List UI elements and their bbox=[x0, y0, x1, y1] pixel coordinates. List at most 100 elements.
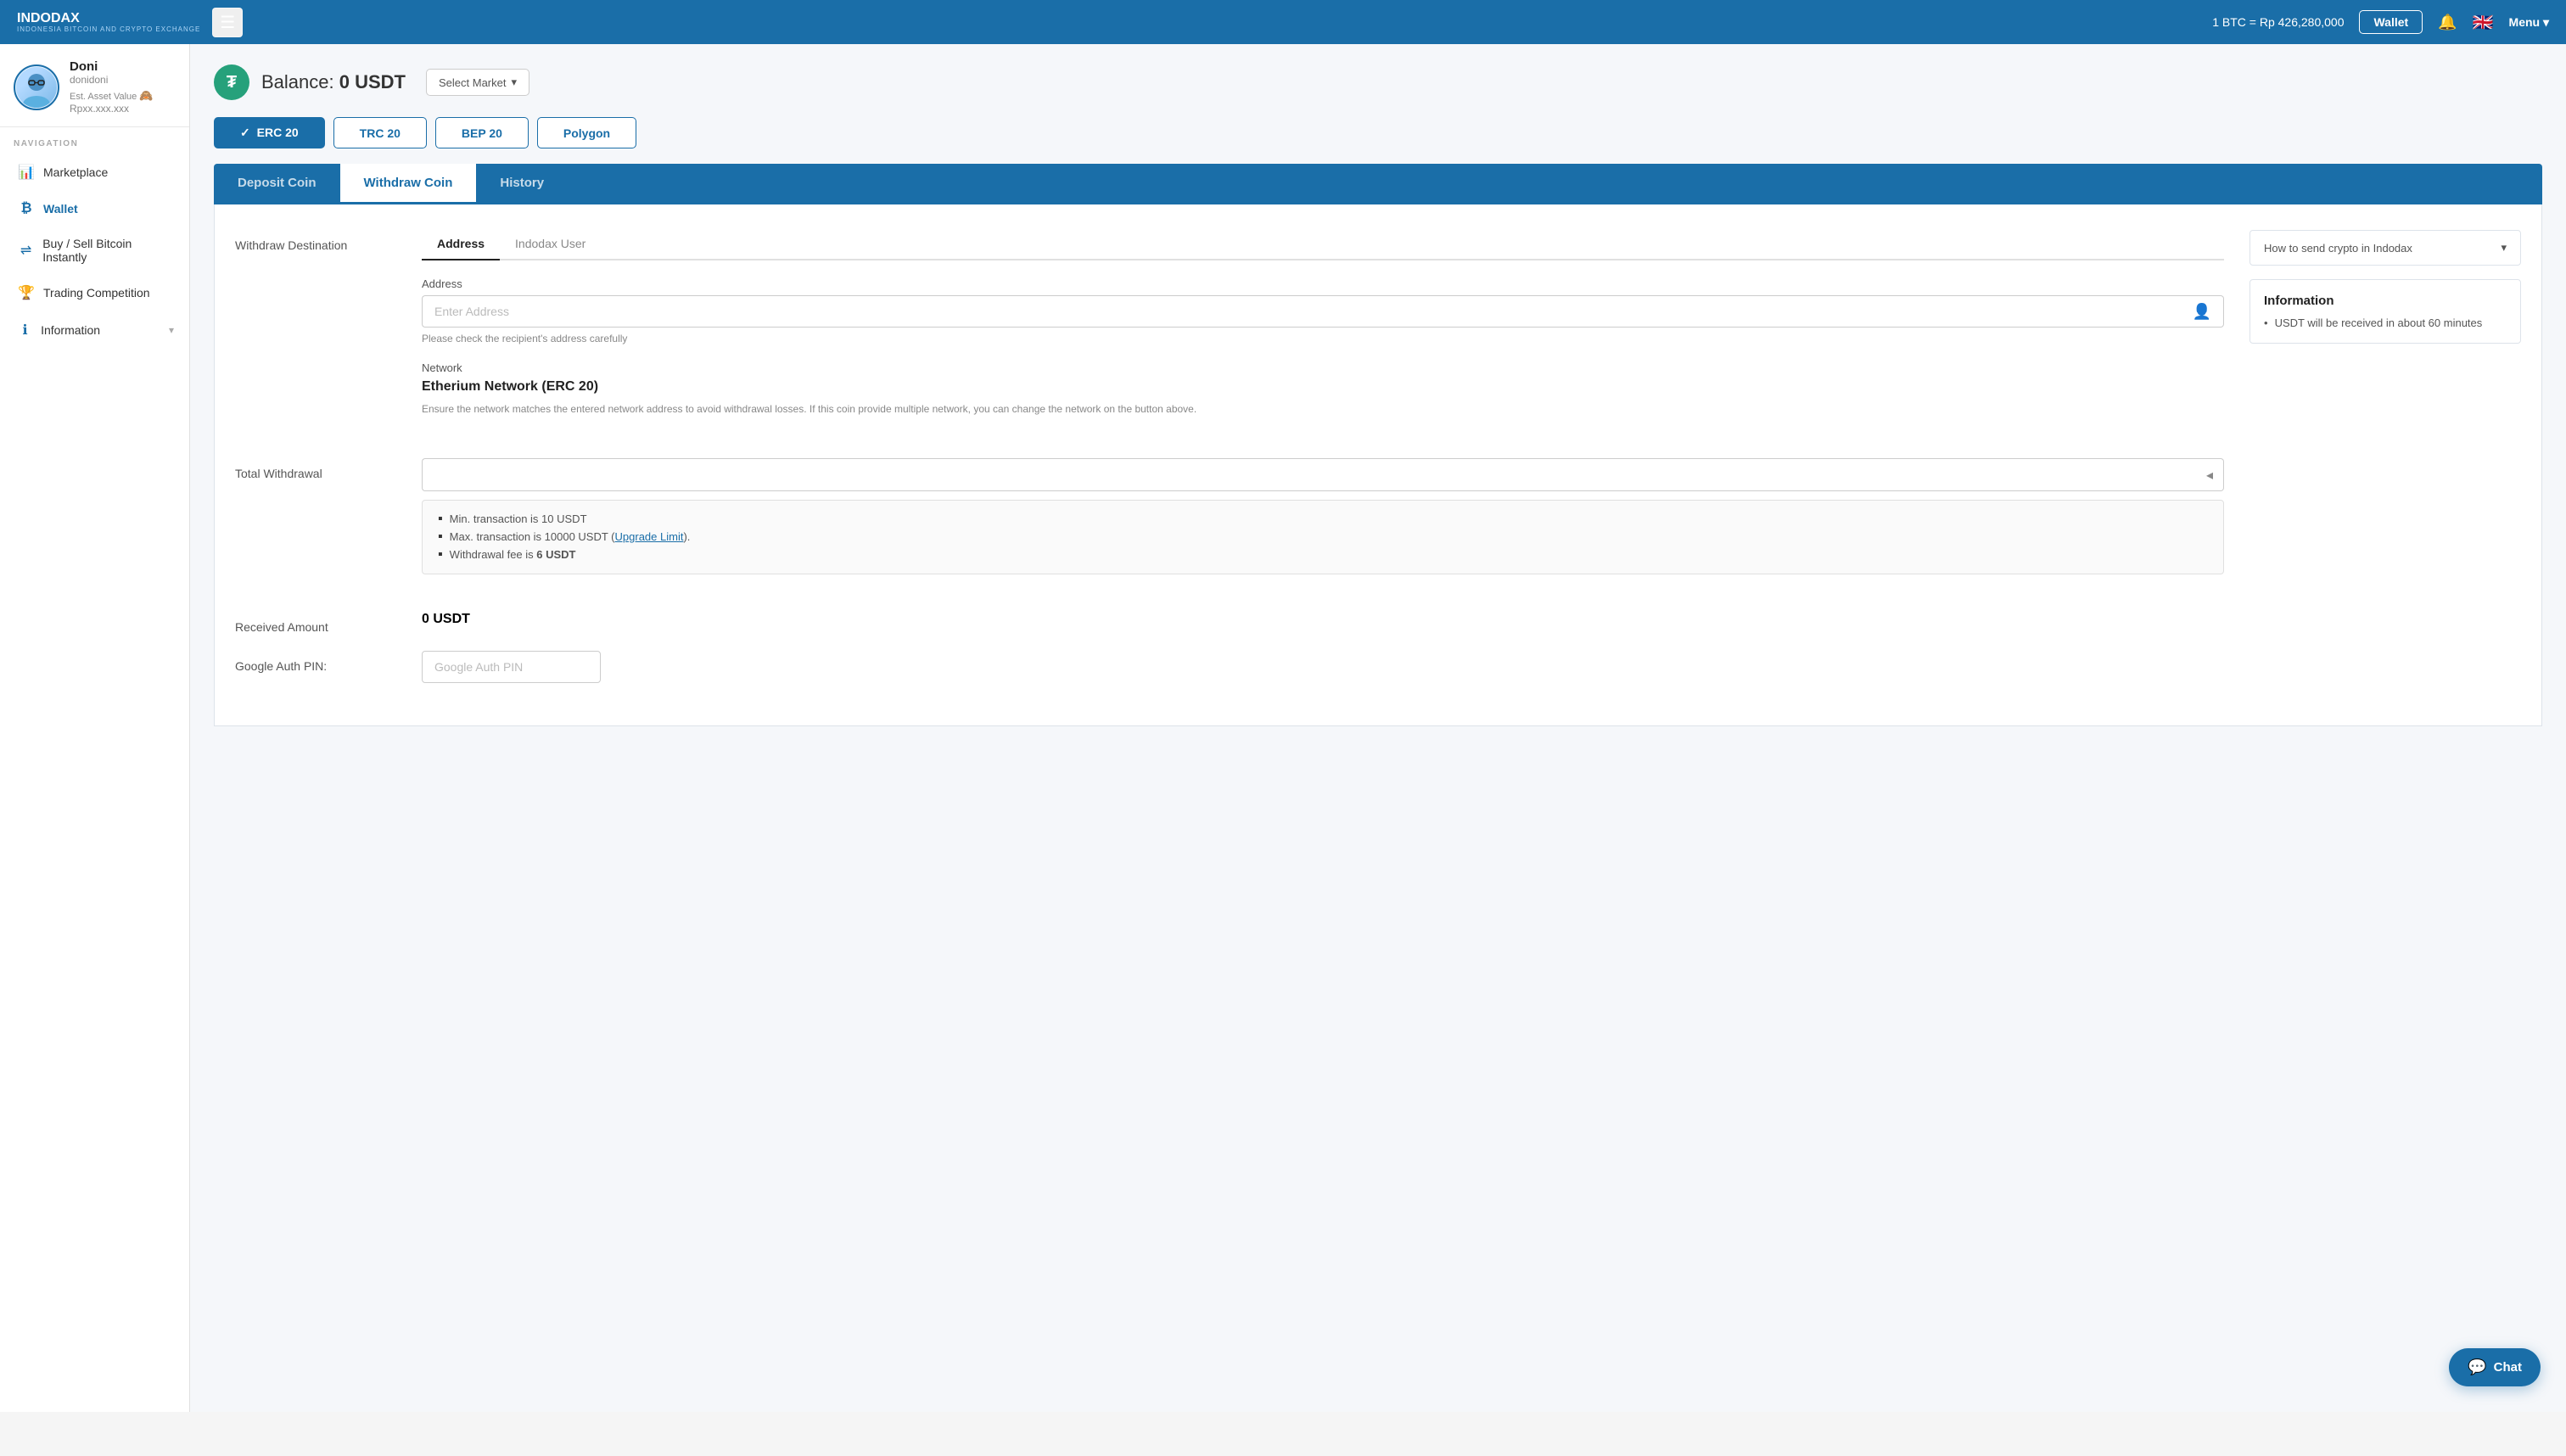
user-handle: donidoni bbox=[70, 74, 176, 86]
nav-label: NAVIGATION bbox=[0, 127, 189, 154]
rule-bullet-1: ▪ bbox=[438, 512, 443, 526]
sidebar: Doni donidoni Est. Asset Value 🙈 Rpxx.xx… bbox=[0, 44, 190, 1412]
user-info: Doni donidoni Est. Asset Value 🙈 Rpxx.xx… bbox=[70, 59, 176, 115]
sidebar-item-trading[interactable]: 🏆 Trading Competition bbox=[0, 274, 189, 311]
bell-icon[interactable]: 🔔 bbox=[2438, 14, 2457, 31]
network-name: Etherium Network (ERC 20) bbox=[422, 379, 2224, 395]
info-title: Information bbox=[2264, 294, 2507, 308]
form-section: Withdraw Destination Address Indodax Use… bbox=[235, 230, 2224, 700]
avatar-inner bbox=[16, 67, 57, 108]
withdraw-destination-row: Withdraw Destination Address Indodax Use… bbox=[235, 230, 2224, 441]
withdrawal-row: 0 ◂ bbox=[422, 458, 2224, 491]
tab-bep20[interactable]: BEP 20 bbox=[435, 117, 529, 148]
info-box: Information • USDT will be received in a… bbox=[2249, 279, 2521, 344]
buy-sell-icon: ⇌ bbox=[18, 242, 34, 259]
received-amount-row: Received Amount 0 USDT bbox=[235, 612, 2224, 634]
btc-rate: 1 BTC = Rp 426,280,000 bbox=[2212, 15, 2344, 29]
tab-trc20[interactable]: TRC 20 bbox=[333, 117, 427, 148]
how-to-text: How to send crypto in Indodax bbox=[2264, 242, 2412, 255]
address-hint: Please check the recipient's address car… bbox=[422, 333, 2224, 344]
sidebar-item-marketplace[interactable]: 📊 Marketplace bbox=[0, 154, 189, 191]
upgrade-limit-link[interactable]: Upgrade Limit bbox=[615, 530, 684, 543]
content-card: Withdraw Destination Address Indodax Use… bbox=[214, 204, 2542, 726]
sidebar-label-information: Information bbox=[41, 323, 100, 337]
sidebar-label-buy-sell: Buy / Sell Bitcoin Instantly bbox=[42, 237, 174, 264]
chat-label: Chat bbox=[2494, 1360, 2522, 1375]
tab-deposit[interactable]: Deposit Coin bbox=[214, 164, 340, 204]
sidebar-item-information[interactable]: ℹ Information ▾ bbox=[0, 311, 189, 349]
address-row: 👤 bbox=[422, 295, 2224, 328]
dest-tabs: Address Indodax User bbox=[422, 230, 2224, 260]
rules-box: ▪ Min. transaction is 10 USDT ▪ Max. tra… bbox=[422, 500, 2224, 574]
user-name: Doni bbox=[70, 59, 176, 74]
address-label: Address bbox=[422, 277, 2224, 290]
address-book-button[interactable]: 👤 bbox=[2181, 295, 2224, 328]
select-market-button[interactable]: Select Market ▾ bbox=[426, 69, 529, 96]
logo: INDODAX INDONESIA BITCOIN AND CRYPTO EXC… bbox=[17, 12, 200, 33]
menu-button[interactable]: Menu ▾ bbox=[2509, 15, 2549, 30]
chat-button[interactable]: 💬 Chat bbox=[2449, 1348, 2541, 1386]
total-withdrawal-row: Total Withdrawal 0 ◂ ▪ Min. transaction … bbox=[235, 458, 2224, 595]
wallet-button[interactable]: Wallet bbox=[2359, 10, 2423, 34]
trading-icon: 🏆 bbox=[18, 284, 35, 301]
network-warning: Ensure the network matches the entered n… bbox=[422, 401, 2224, 417]
information-icon: ℹ bbox=[18, 322, 32, 339]
total-withdrawal-label: Total Withdrawal bbox=[235, 458, 422, 480]
topnav-left: INDODAX INDONESIA BITCOIN AND CRYPTO EXC… bbox=[17, 8, 243, 37]
rule-max: ▪ Max. transaction is 10000 USDT (Upgrad… bbox=[438, 530, 2208, 544]
topnav-right: 1 BTC = Rp 426,280,000 Wallet 🔔 🇬🇧 Menu … bbox=[2212, 10, 2549, 34]
google-auth-input[interactable] bbox=[422, 651, 601, 683]
how-to-dropdown[interactable]: How to send crypto in Indodax ▾ bbox=[2249, 230, 2521, 266]
withdrawal-arrow-button[interactable]: ◂ bbox=[2196, 458, 2224, 491]
sidebar-label-wallet: Wallet bbox=[43, 202, 78, 216]
sidebar-item-wallet[interactable]: ₿ Wallet bbox=[0, 191, 189, 227]
balance-amount: 0 USDT bbox=[339, 71, 406, 92]
received-amount-label: Received Amount bbox=[235, 612, 422, 634]
tab-history[interactable]: History bbox=[476, 164, 568, 204]
info-bullet-icon: • bbox=[2264, 316, 2268, 329]
dest-tab-indodax-user[interactable]: Indodax User bbox=[500, 230, 601, 260]
sidebar-label-marketplace: Marketplace bbox=[43, 165, 108, 179]
google-auth-content bbox=[422, 651, 2224, 683]
address-input[interactable] bbox=[422, 295, 2181, 328]
chat-icon: 💬 bbox=[2468, 1358, 2486, 1376]
action-tabs: Deposit Coin Withdraw Coin History bbox=[214, 164, 2542, 204]
marketplace-icon: 📊 bbox=[18, 164, 35, 181]
usdt-icon: ₮ bbox=[214, 64, 249, 100]
check-icon: ✓ bbox=[240, 126, 250, 139]
tab-erc20[interactable]: ✓ ERC 20 bbox=[214, 117, 325, 148]
topnav: INDODAX INDONESIA BITCOIN AND CRYPTO EXC… bbox=[0, 0, 2566, 44]
info-item-1: • USDT will be received in about 60 minu… bbox=[2264, 316, 2507, 329]
received-amount-value: 0 USDT bbox=[422, 612, 470, 626]
google-auth-label: Google Auth PIN: bbox=[235, 651, 422, 673]
nav-item-info: Information ▾ bbox=[41, 323, 174, 337]
rule-min: ▪ Min. transaction is 10 USDT bbox=[438, 512, 2208, 526]
tab-withdraw[interactable]: Withdraw Coin bbox=[340, 164, 477, 204]
fee-bold: 6 USDT bbox=[536, 548, 575, 561]
user-section: Doni donidoni Est. Asset Value 🙈 Rpxx.xx… bbox=[0, 44, 189, 127]
hamburger-button[interactable]: ☰ bbox=[212, 8, 243, 37]
sidebar-label-trading: Trading Competition bbox=[43, 286, 150, 300]
sidebar-item-buy-sell[interactable]: ⇌ Buy / Sell Bitcoin Instantly bbox=[0, 227, 189, 274]
sidebar-nav: 📊 Marketplace ₿ Wallet ⇌ Buy / Sell Bitc… bbox=[0, 154, 189, 349]
eye-icon[interactable]: 🙈 bbox=[139, 89, 153, 102]
balance-text: Balance: 0 USDT bbox=[261, 71, 406, 93]
logo-sub: INDONESIA BITCOIN AND CRYPTO EXCHANGE bbox=[17, 25, 200, 33]
withdraw-destination-label: Withdraw Destination bbox=[235, 230, 422, 252]
balance-header: ₮ Balance: 0 USDT Select Market ▾ bbox=[214, 64, 2542, 100]
tab-polygon[interactable]: Polygon bbox=[537, 117, 636, 148]
rule-bullet-2: ▪ bbox=[438, 530, 443, 544]
avatar bbox=[14, 64, 59, 110]
side-info: How to send crypto in Indodax ▾ Informat… bbox=[2249, 230, 2521, 700]
withdraw-destination-content: Address Indodax User Address 👤 bbox=[422, 230, 2224, 441]
dest-tab-address[interactable]: Address bbox=[422, 230, 500, 260]
logo-main: INDODAX bbox=[17, 12, 200, 25]
google-auth-row: Google Auth PIN: bbox=[235, 651, 2224, 683]
received-amount-content: 0 USDT bbox=[422, 612, 2224, 627]
avatar-svg bbox=[16, 67, 57, 108]
withdrawal-input[interactable]: 0 bbox=[422, 458, 2196, 491]
arrow-left-icon: ◂ bbox=[2206, 468, 2213, 483]
flag-icon[interactable]: 🇬🇧 bbox=[2473, 12, 2494, 33]
main-content: ₮ Balance: 0 USDT Select Market ▾ ✓ ERC … bbox=[190, 44, 2566, 1412]
est-asset-label: Est. Asset Value 🙈 bbox=[70, 89, 176, 103]
